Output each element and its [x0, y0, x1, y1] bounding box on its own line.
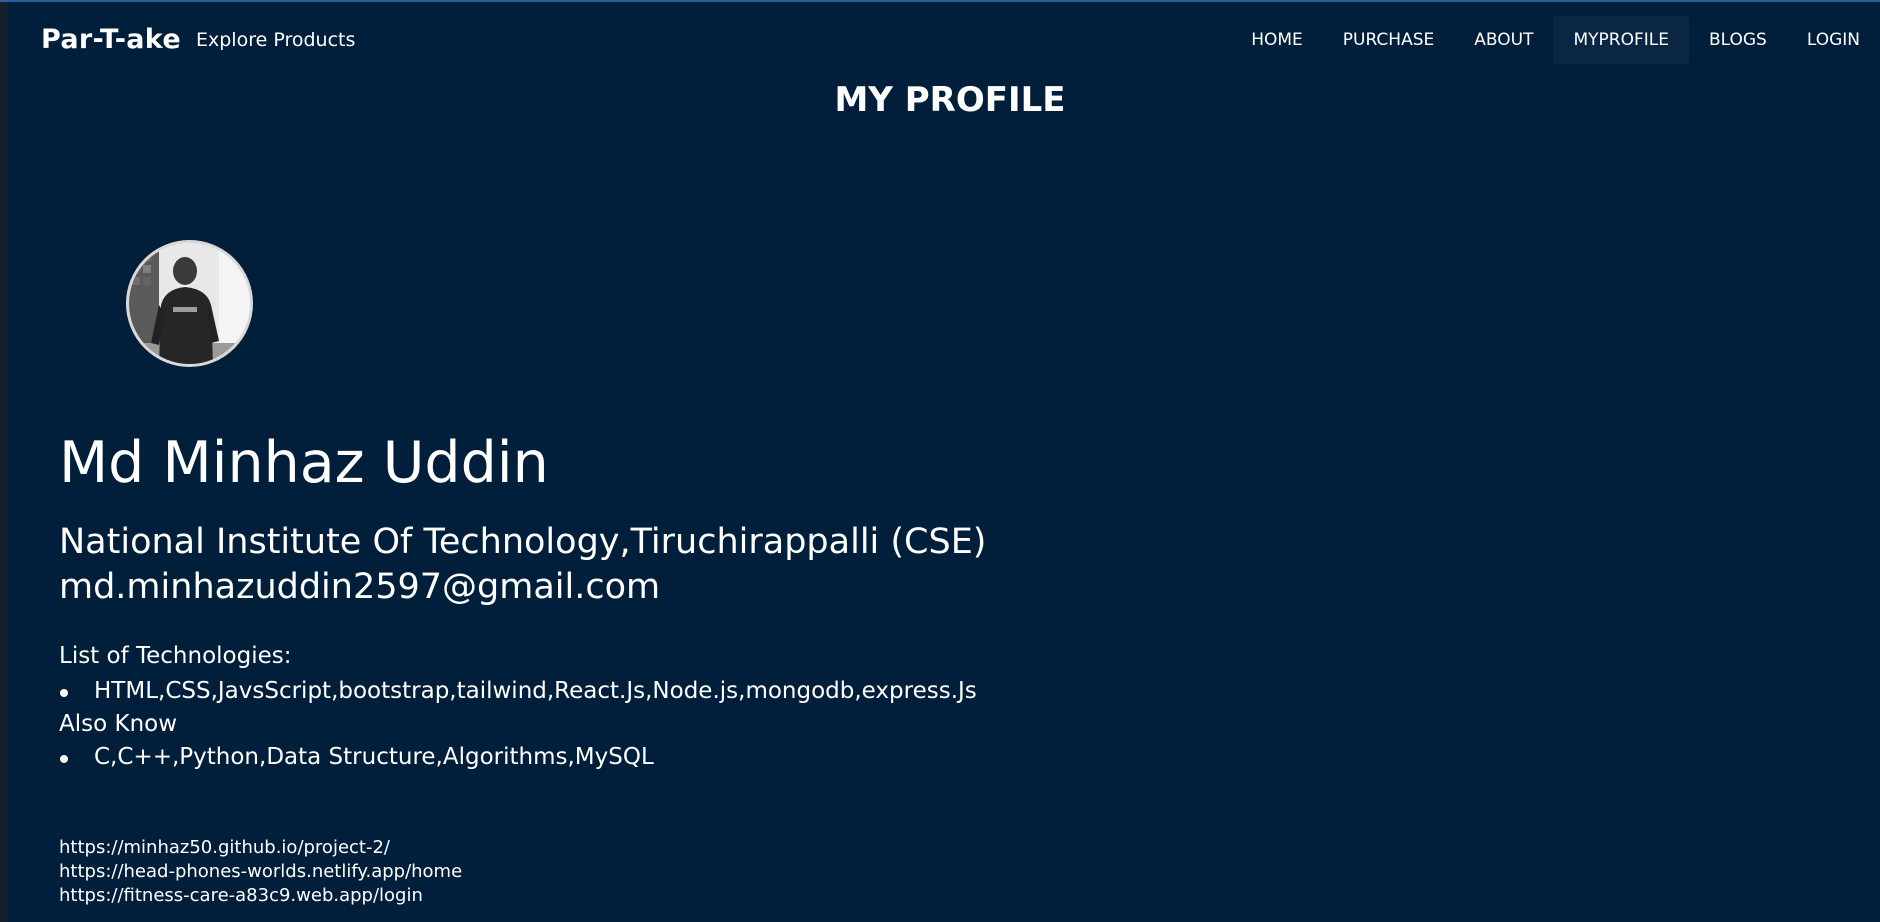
- profile-name: Md Minhaz Uddin: [59, 430, 549, 496]
- nav-links: HOME PURCHASE ABOUT MYPROFILE BLOGS LOGI…: [1231, 16, 1880, 64]
- nav-home[interactable]: HOME: [1231, 16, 1323, 64]
- avatar-photo: [129, 243, 250, 364]
- left-edge-strip: [0, 2, 8, 922]
- explore-products-link[interactable]: Explore Products: [196, 29, 355, 51]
- nav-myprofile[interactable]: MYPROFILE: [1553, 16, 1689, 64]
- brand-logo[interactable]: Par-T-ake: [41, 24, 181, 55]
- profile-institute: National Institute Of Technology,Tiruchi…: [59, 522, 987, 562]
- profile-page: Par-T-ake Explore Products HOME PURCHASE…: [0, 0, 1880, 922]
- nav-login[interactable]: LOGIN: [1787, 16, 1880, 64]
- profile-email: md.minhazuddin2597@gmail.com: [59, 567, 661, 607]
- technologies-heading: List of Technologies:: [59, 643, 292, 669]
- project-link-2[interactable]: https://head-phones-worlds.netlify.app/h…: [59, 860, 462, 884]
- project-links: https://minhaz50.github.io/project-2/ ht…: [59, 836, 462, 908]
- technologies-list: HTML,CSS,JavsScript,bootstrap,tailwind,R…: [59, 678, 977, 704]
- nav-about[interactable]: ABOUT: [1454, 16, 1553, 64]
- project-link-1[interactable]: https://minhaz50.github.io/project-2/: [59, 836, 462, 860]
- nav-blogs[interactable]: BLOGS: [1689, 16, 1787, 64]
- nav-purchase[interactable]: PURCHASE: [1323, 16, 1454, 64]
- list-item: HTML,CSS,JavsScript,bootstrap,tailwind,R…: [59, 678, 977, 704]
- also-know-heading: Also Know: [59, 711, 178, 737]
- avatar: [126, 240, 253, 367]
- list-item: C,C++,Python,Data Structure,Algorithms,M…: [59, 744, 654, 770]
- page-title: MY PROFILE: [834, 80, 1066, 120]
- also-know-list: C,C++,Python,Data Structure,Algorithms,M…: [59, 744, 654, 770]
- project-link-3[interactable]: https://fitness-care-a83c9.web.app/login: [59, 884, 462, 908]
- navbar: Par-T-ake Explore Products HOME PURCHASE…: [8, 2, 1880, 78]
